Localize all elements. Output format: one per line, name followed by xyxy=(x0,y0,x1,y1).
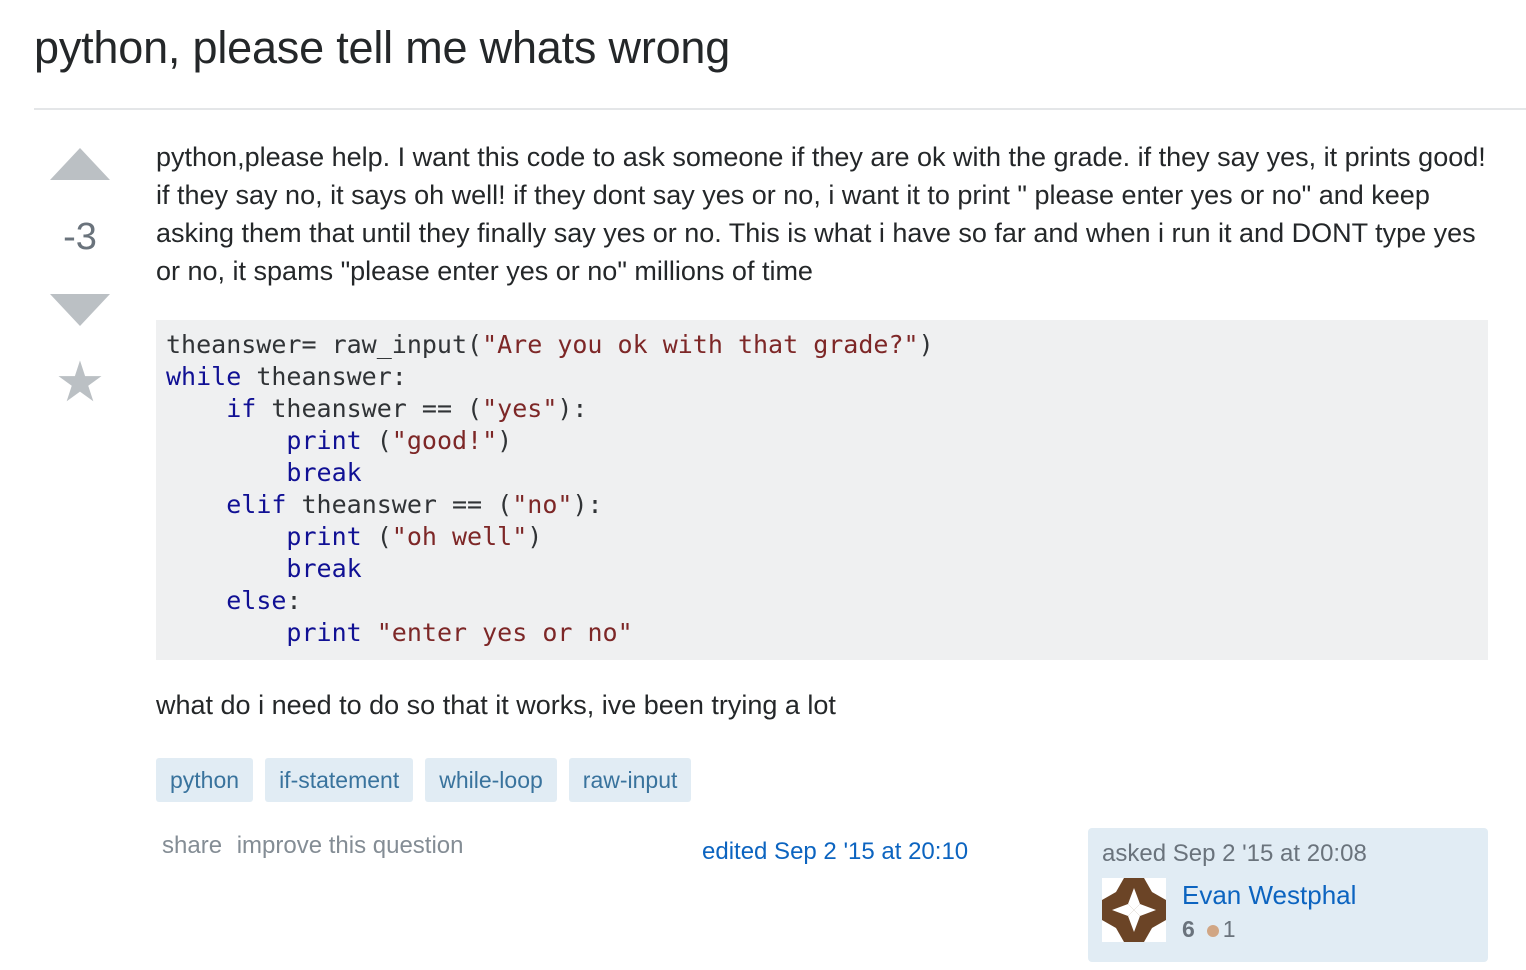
user-reputation: 61 xyxy=(1182,916,1236,943)
code-line: if theanswer == ("yes"): xyxy=(226,394,588,423)
code-line: print ("oh well") xyxy=(286,522,543,551)
upvote-arrow-icon[interactable] xyxy=(50,148,110,180)
favorite-star-icon[interactable]: ★ xyxy=(52,354,108,410)
title-divider xyxy=(34,108,1526,110)
bronze-badge-count: 1 xyxy=(1222,916,1236,942)
code-line: print ("good!") xyxy=(286,426,513,455)
user-avatar[interactable] xyxy=(1102,878,1166,942)
code-line: print "enter yes or no" xyxy=(286,618,633,647)
downvote-arrow-icon[interactable] xyxy=(50,294,110,326)
reputation-score: 6 xyxy=(1182,916,1195,942)
code-block: theanswer= raw_input("Are you ok with th… xyxy=(156,320,1488,660)
vote-count: -3 xyxy=(63,216,97,258)
edited-timestamp-link[interactable]: edited Sep 2 '15 at 20:10 xyxy=(702,838,968,866)
tag-while-loop[interactable]: while-loop xyxy=(425,758,557,802)
question-body-paragraph-2: what do i need to do so that it works, i… xyxy=(156,690,836,720)
user-name-link[interactable]: Evan Westphal xyxy=(1182,880,1356,911)
tag-list: python if-statement while-loop raw-input xyxy=(156,758,692,802)
tag-raw-input[interactable]: raw-input xyxy=(568,758,692,802)
post-menu: share improve this question xyxy=(162,832,472,860)
code-line: else: xyxy=(226,586,302,615)
asked-timestamp: asked Sep 2 '15 at 20:08 xyxy=(1102,840,1367,867)
bronze-badge-icon xyxy=(1206,924,1219,937)
code-line: break xyxy=(286,554,362,583)
code-line: elif theanswer == ("no"): xyxy=(226,490,603,519)
code-line: while theanswer: xyxy=(166,362,407,391)
question-body-paragraph: python,please help. I want this code to … xyxy=(156,142,1486,286)
code-line: break xyxy=(286,458,362,487)
tag-if-statement[interactable]: if-statement xyxy=(265,758,414,802)
owner-user-card: asked Sep 2 '15 at 20:08 Evan Westphal 6… xyxy=(1088,828,1488,962)
code-line: theanswer= raw_input("Are you ok with th… xyxy=(166,330,934,359)
question-title[interactable]: python, please tell me whats wrong xyxy=(34,22,730,74)
tag-python[interactable]: python xyxy=(156,758,254,802)
improve-question-link[interactable]: improve this question xyxy=(237,832,464,859)
share-link[interactable]: share xyxy=(162,832,222,859)
